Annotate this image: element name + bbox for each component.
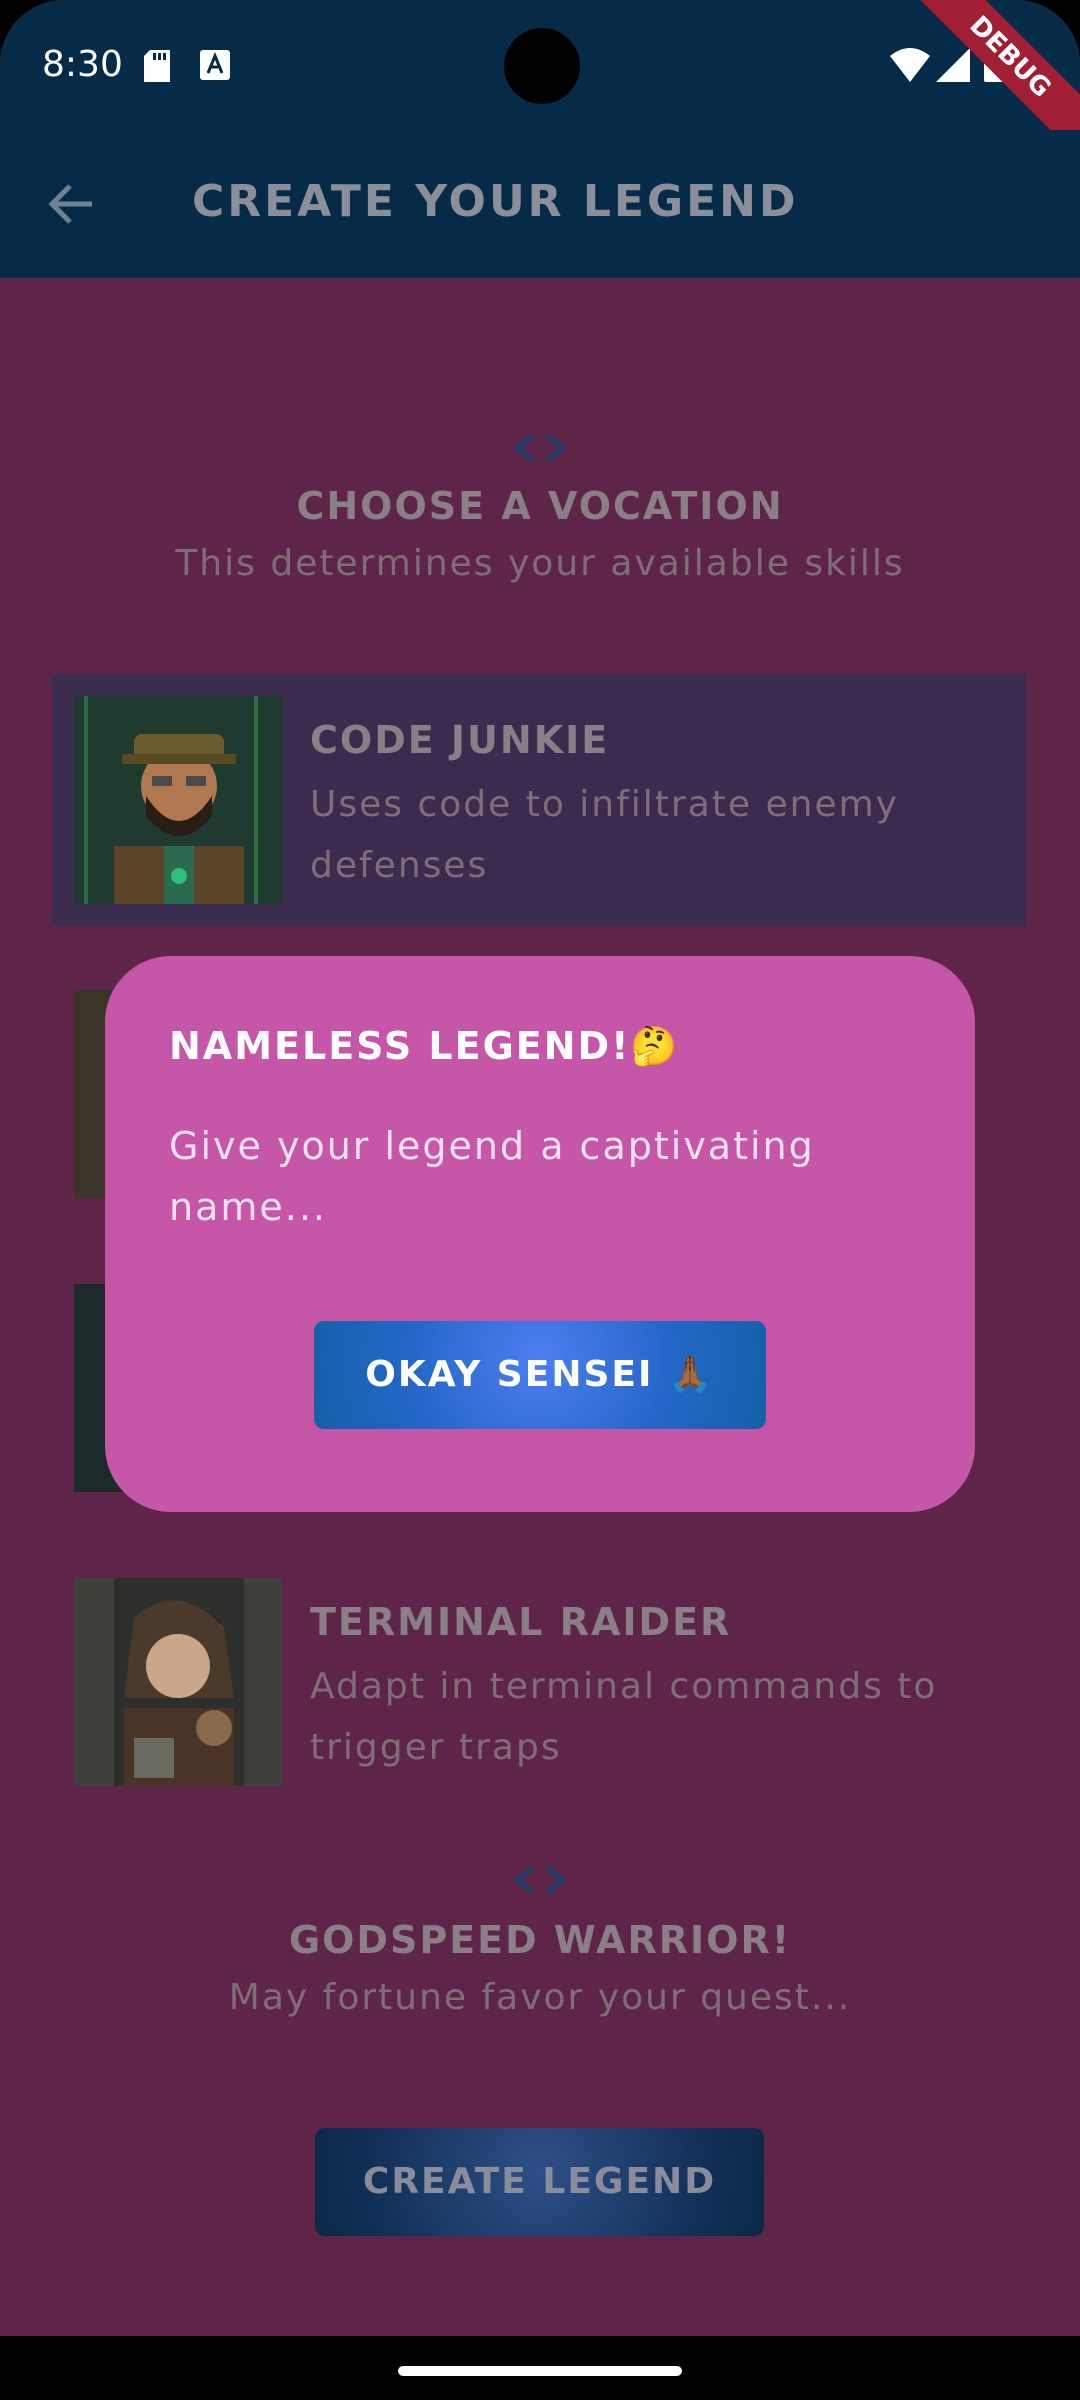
- navigation-bar: [0, 2336, 1080, 2400]
- cellular-signal-icon: [936, 48, 970, 82]
- nameless-legend-dialog: NAMELESS LEGEND!🤔 Give your legend a cap…: [105, 956, 975, 1512]
- status-time: 8:30: [42, 44, 123, 85]
- vocation-description: Uses code to infiltrate enemy defenses: [310, 784, 899, 886]
- dialog-title: NAMELESS LEGEND!🤔: [169, 1024, 680, 1068]
- code-brackets-icon: [514, 1866, 566, 1894]
- keyboard-a-icon: [200, 50, 230, 80]
- footer-section-subtitle: May fortune favor your quest...: [228, 1977, 852, 2018]
- wifi-icon: [890, 48, 930, 82]
- vocation-card-code-junkie[interactable]: CODE JUNKIE Uses code to infiltrate enem…: [52, 674, 1027, 926]
- vocation-description: Adapt in terminal commands to trigger tr…: [310, 1666, 938, 1768]
- app-screen: 8:30 DEBUG CREATE YOUR LEGEND CHOOSE A V…: [0, 0, 1080, 2336]
- back-arrow-icon[interactable]: [48, 180, 96, 228]
- page-title: CREATE YOUR LEGEND: [192, 176, 799, 227]
- create-legend-button[interactable]: CREATE LEGEND: [315, 2128, 764, 2236]
- status-bar: 8:30 DEBUG: [0, 0, 1080, 173]
- dialog-message: Give your legend a captivating name...: [169, 1124, 815, 1229]
- code-junkie-portrait: [74, 696, 282, 904]
- sd-card-icon: [144, 50, 170, 82]
- front-camera: [504, 28, 580, 104]
- vocation-section-title: CHOOSE A VOCATION: [296, 484, 784, 528]
- code-brackets-icon: [514, 434, 566, 462]
- vocation-section-subtitle: This determines your available skills: [175, 543, 905, 584]
- vocation-title: CODE JUNKIE: [310, 718, 610, 762]
- home-gesture-handle[interactable]: [398, 2366, 682, 2376]
- vocation-card-terminal-raider[interactable]: TERMINAL RAIDER Adapt in terminal comman…: [52, 1556, 1027, 1808]
- terminal-raider-portrait: [74, 1578, 282, 1786]
- footer-section-title: GODSPEED WARRIOR!: [288, 1918, 792, 1962]
- vocation-title: TERMINAL RAIDER: [310, 1600, 732, 1644]
- okay-sensei-button[interactable]: OKAY SENSEI 🙏🏾: [314, 1321, 766, 1429]
